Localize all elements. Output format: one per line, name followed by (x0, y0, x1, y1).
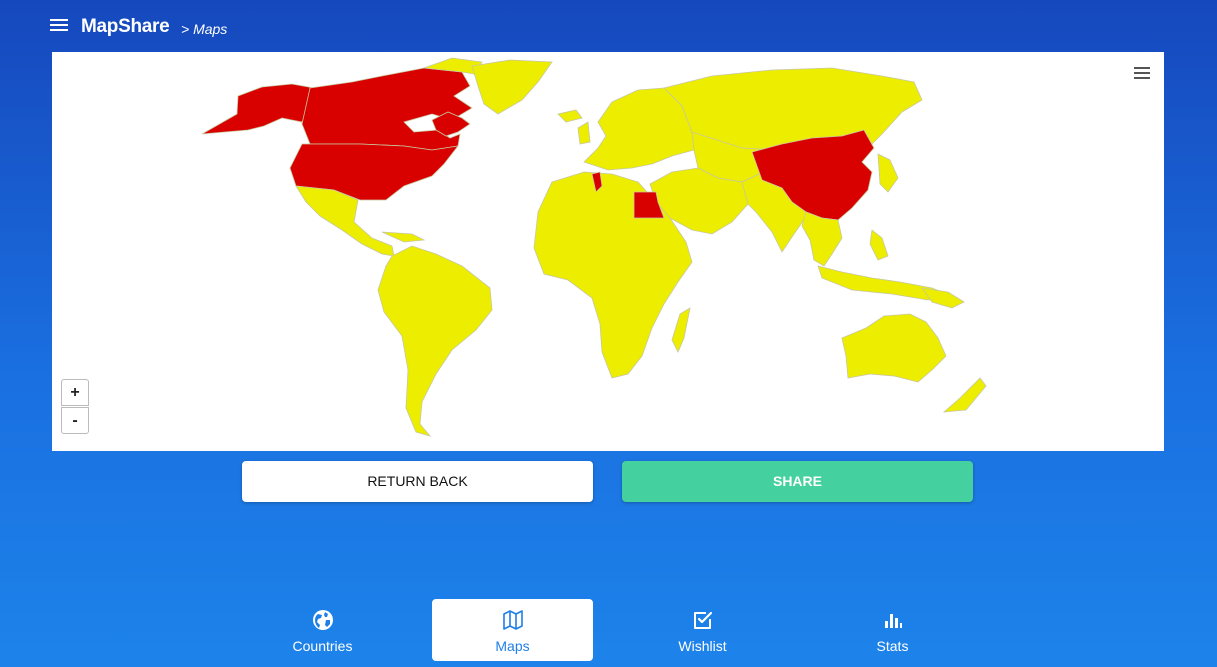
share-button[interactable]: SHARE (622, 461, 973, 502)
tab-stats-label: Stats (876, 638, 909, 654)
tab-wishlist[interactable]: Wishlist (622, 599, 783, 661)
country-madagascar[interactable] (671, 307, 691, 353)
region-caribbean[interactable] (381, 231, 426, 243)
map-options-menu-icon[interactable] (1134, 67, 1150, 81)
tab-wishlist-label: Wishlist (678, 638, 727, 654)
globe-icon (312, 610, 333, 630)
app-title: MapShare (81, 16, 170, 37)
map-icon (502, 610, 523, 630)
tab-countries-label: Countries (292, 638, 353, 654)
hamburger-menu-icon[interactable] (50, 17, 68, 33)
tab-stats[interactable]: Stats (812, 599, 973, 661)
country-canada[interactable] (301, 67, 473, 151)
return-back-button[interactable]: RETURN BACK (242, 461, 593, 502)
tab-maps-label: Maps (495, 638, 530, 654)
zoom-in-button[interactable]: + (61, 379, 89, 406)
world-map-svg[interactable] (52, 52, 1164, 451)
app-header: MapShare > Maps (0, 0, 1217, 52)
country-new-zealand[interactable] (942, 377, 987, 413)
checkbox-icon (693, 611, 712, 629)
zoom-out-button[interactable]: - (61, 407, 89, 434)
region-philippines[interactable] (869, 229, 889, 261)
breadcrumb: > Maps (181, 21, 228, 37)
country-alaska[interactable] (201, 83, 315, 135)
country-iceland[interactable] (557, 109, 583, 123)
country-australia[interactable] (841, 313, 947, 383)
region-southeast-asia[interactable] (801, 211, 843, 267)
country-greenland[interactable] (471, 59, 553, 115)
world-map[interactable]: + - (52, 52, 1164, 451)
region-south-america[interactable] (377, 245, 493, 437)
bottom-tab-bar: Countries Maps Wishlist Stats (0, 596, 1217, 667)
region-japan[interactable] (877, 153, 899, 193)
bar-chart-icon (884, 614, 902, 628)
country-uk[interactable] (577, 121, 591, 145)
tab-countries[interactable]: Countries (242, 599, 403, 661)
tab-maps[interactable]: Maps (432, 599, 593, 661)
